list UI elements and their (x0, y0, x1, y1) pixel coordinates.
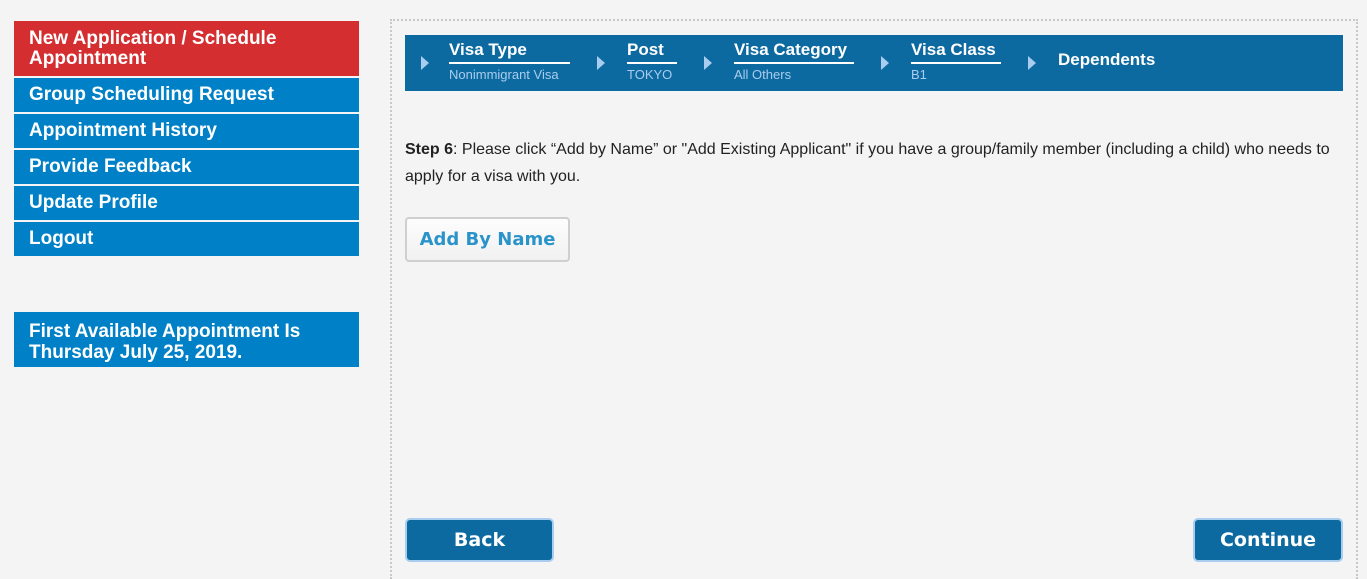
instructions-text: : Please click “Add by Name” or "Add Exi… (405, 141, 1330, 185)
main-panel (390, 19, 1358, 579)
step-title: Visa Type (449, 41, 570, 64)
step-value: All Others (734, 67, 792, 82)
sidebar-item-group-scheduling[interactable]: Group Scheduling Request (14, 78, 359, 112)
step-title: Visa Category (734, 41, 854, 64)
sidebar-item-provide-feedback[interactable]: Provide Feedback (14, 150, 359, 184)
step-arrow-icon (597, 56, 605, 70)
back-button[interactable]: Back (405, 518, 554, 562)
step-value: Nonimmigrant Visa (449, 67, 559, 82)
sidebar-item-new-application[interactable]: New Application / Schedule Appointment (14, 21, 359, 76)
step-arrow-icon (881, 56, 889, 70)
first-available-appointment: First Available Appointment Is Thursday … (14, 312, 359, 367)
step-label: Step 6 (405, 141, 454, 158)
step-instructions: Step 6: Please click “Add by Name” or "A… (405, 136, 1345, 190)
step-value: B1 (911, 67, 927, 82)
continue-button[interactable]: Continue (1193, 518, 1343, 562)
progress-steps: Visa Type Nonimmigrant Visa Post TOKYO V… (405, 35, 1343, 91)
sidebar-nav: New Application / Schedule Appointment G… (14, 21, 359, 258)
step-title: Post (627, 41, 677, 64)
step-value: TOKYO (627, 67, 673, 82)
step-arrow-icon (421, 56, 429, 70)
sidebar-item-update-profile[interactable]: Update Profile (14, 186, 359, 220)
add-by-name-button[interactable]: Add By Name (405, 217, 570, 262)
sidebar-item-logout[interactable]: Logout (14, 222, 359, 256)
step-title: Visa Class (911, 41, 1001, 64)
step-arrow-icon (704, 56, 712, 70)
sidebar-item-appointment-history[interactable]: Appointment History (14, 114, 359, 148)
step-title-current: Dependents (1058, 50, 1156, 69)
step-arrow-icon (1028, 56, 1036, 70)
